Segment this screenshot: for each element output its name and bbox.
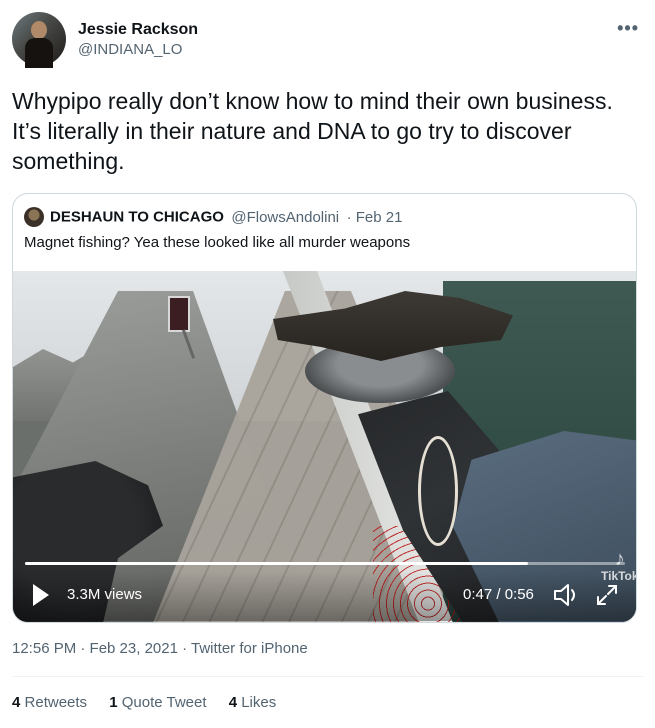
likes-label: Likes xyxy=(241,694,277,711)
tiktok-watermark-text: TikTok xyxy=(601,569,637,583)
tweet-timestamp[interactable]: 12:56 PM · Feb 23, 2021 · Twitter for iP… xyxy=(12,640,308,657)
quoted-author-avatar xyxy=(24,207,44,227)
tweet-stats: 4 Retweets 1 Quote Tweet 4 Likes xyxy=(12,694,294,711)
video-controls: ♪ TikTok 3.3M views 0:47 / 0:56 xyxy=(13,549,636,621)
likes-stat[interactable]: 4 Likes xyxy=(229,694,277,711)
more-options-icon[interactable]: ••• xyxy=(617,18,639,39)
quoted-tweet-card[interactable]: DESHAUN TO CHICAGO @FlowsAndolini · Feb … xyxy=(12,193,637,623)
fullscreen-icon[interactable] xyxy=(595,583,619,607)
video-progress-bar[interactable] xyxy=(25,562,625,565)
quotes-label: Quote Tweet xyxy=(121,694,207,711)
author-avatar[interactable] xyxy=(12,12,66,68)
tweet-text: Whypipo really don’t know how to mind th… xyxy=(12,88,613,174)
quotes-count: 1 xyxy=(109,694,118,711)
quoted-tweet-header: DESHAUN TO CHICAGO @FlowsAndolini · Feb … xyxy=(24,207,402,227)
volume-icon[interactable] xyxy=(551,581,581,609)
retweets-count: 4 xyxy=(12,694,21,711)
quote-tweets-stat[interactable]: 1 Quote Tweet xyxy=(109,694,206,711)
tiktok-logo-icon: ♪ xyxy=(614,548,625,570)
divider xyxy=(12,676,643,677)
retweets-label: Retweets xyxy=(24,694,88,711)
author-handle[interactable]: @INDIANA_LO xyxy=(78,40,198,60)
avatar-head xyxy=(31,21,47,39)
video-views: 3.3M views xyxy=(67,586,143,603)
quoted-tweet-text: Magnet fishing? Yea these looked like al… xyxy=(24,234,411,251)
tweet-header: Jessie Rackson @INDIANA_LO ••• xyxy=(12,12,643,68)
video-sign xyxy=(168,296,190,332)
retweets-stat[interactable]: 4 Retweets xyxy=(12,694,87,711)
play-icon[interactable] xyxy=(33,584,49,606)
quoted-author-handle: @FlowsAndolini xyxy=(231,208,340,226)
video-rope xyxy=(418,436,458,546)
video-time: 0:47 / 0:56 xyxy=(463,586,534,603)
video-player[interactable]: ♪ TikTok 3.3M views 0:47 / 0:56 xyxy=(13,271,636,622)
likes-count: 4 xyxy=(228,694,238,711)
author-display-name[interactable]: Jessie Rackson xyxy=(78,20,198,40)
quoted-author-name: DESHAUN TO CHICAGO xyxy=(50,208,224,226)
author-names: Jessie Rackson @INDIANA_LO xyxy=(78,20,198,60)
quoted-tweet-date: · Feb 21 xyxy=(346,208,403,226)
video-progress-fill xyxy=(25,562,529,565)
tiktok-watermark: ♪ TikTok xyxy=(601,548,637,583)
avatar-body xyxy=(25,38,53,68)
